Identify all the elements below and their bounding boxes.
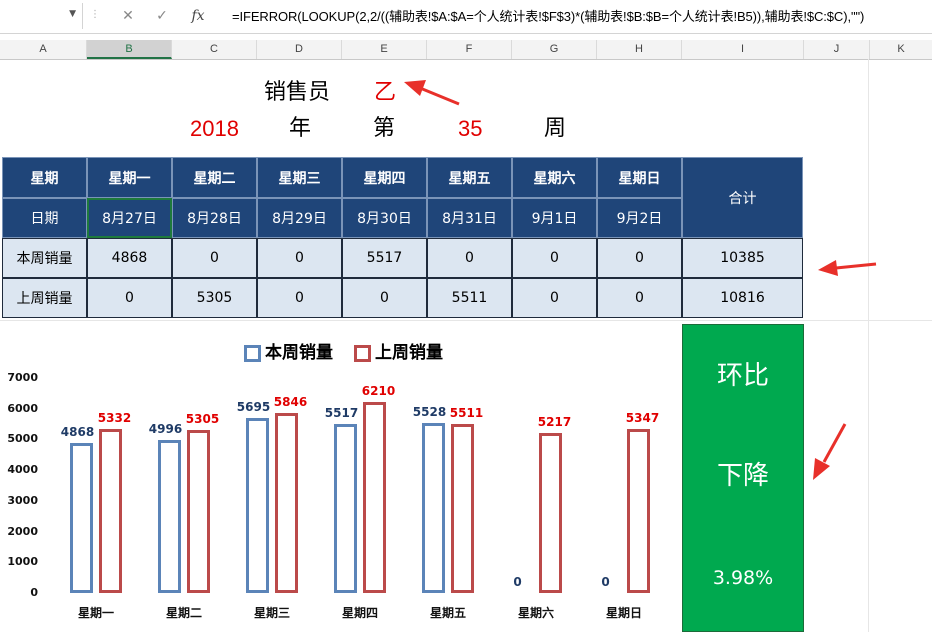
- arrow-icon: [818, 260, 877, 276]
- arrow-icon: [404, 80, 460, 106]
- arrow-icon: [813, 423, 847, 480]
- annotation-arrows: [404, 80, 877, 480]
